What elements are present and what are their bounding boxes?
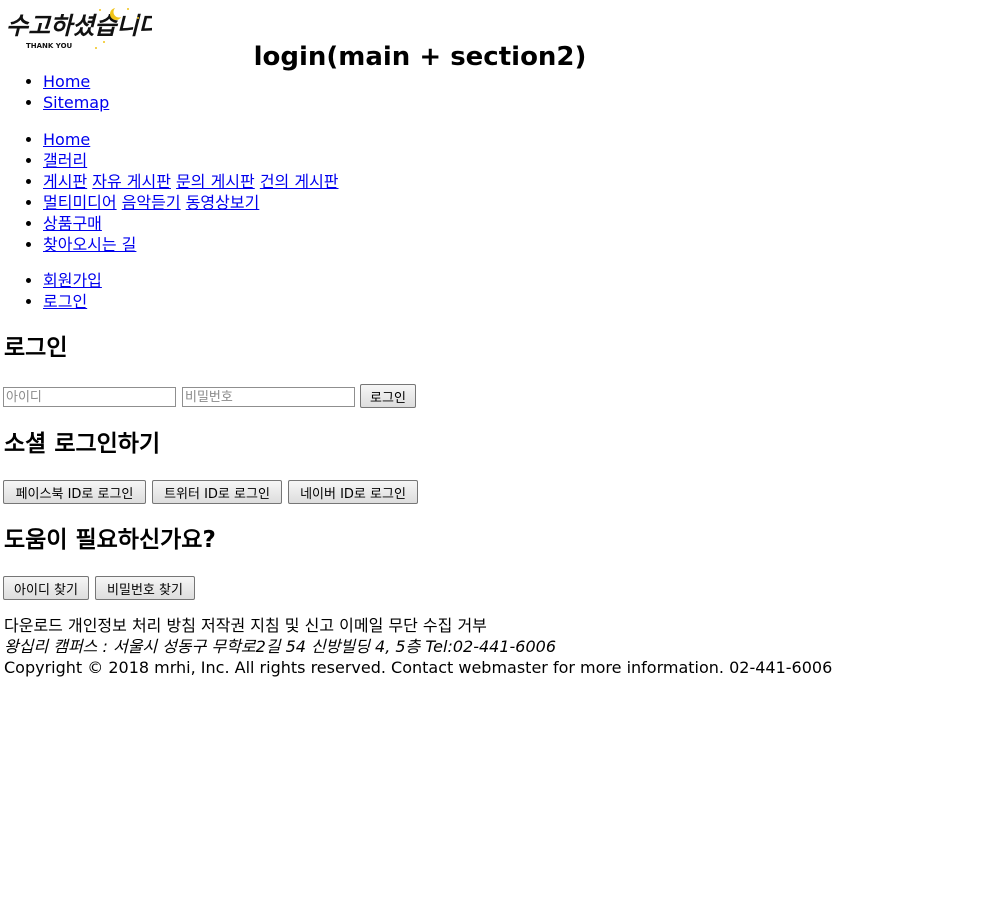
find-id-button[interactable]: 아이디 찾기 [3,576,89,600]
submenu-link-music[interactable]: 음악듣기 [122,193,181,212]
main-nav-link-board[interactable]: 게시판 [43,172,87,191]
star-dot-icon [137,17,139,19]
star-dot-icon [99,9,101,11]
main-nav-item-board: 게시판 자유 게시판 문의 게시판 건의 게시판 [43,171,339,192]
social-login-heading: 소셜 로그인하기 [4,431,161,457]
util-nav-link-home[interactable]: Home [43,72,90,91]
util-nav: Home Sitemap [0,71,109,113]
join-link[interactable]: 회원가입 [43,271,102,290]
password-input[interactable] [182,387,355,407]
footer-link-download[interactable]: 다운로드 [4,616,63,635]
submenu-link-free-board[interactable]: 자유 게시판 [92,172,171,191]
main-nav-link-multimedia[interactable]: 멀티미디어 [43,193,117,212]
user-id-input[interactable] [3,387,176,407]
main-nav-item-directions: 찾아오시는 길 [43,234,339,255]
main-nav-link-home[interactable]: Home [43,130,90,149]
member-nav-item-join: 회원가입 [43,270,102,291]
footer-link-copyright-policy[interactable]: 저작권 지침 및 신고 [201,616,334,635]
login-heading: 로그인 [4,335,68,361]
twitter-login-button[interactable]: 트위터 ID로 로그인 [152,480,282,504]
find-password-button[interactable]: 비밀번호 찾기 [95,576,195,600]
main-nav-link-directions[interactable]: 찾아오시는 길 [43,235,136,254]
main-nav-link-gallery[interactable]: 갤러리 [43,151,87,170]
page-title: login(main + section2) [253,42,587,72]
util-nav-link-sitemap[interactable]: Sitemap [43,93,109,112]
login-button[interactable]: 로그인 [360,384,416,408]
login-link[interactable]: 로그인 [43,292,87,311]
main-nav-link-shop[interactable]: 상품구매 [43,214,102,233]
util-nav-item-home: Home [43,71,109,92]
footer-address: 왕십리 캠퍼스 : 서울시 성동구 무학로2길 54 신방빌딩 4, 5층 Te… [4,637,556,656]
footer-links: 다운로드 개인정보 처리 방침 저작권 지침 및 신고 이메일 무단 수집 거부 [4,615,832,636]
star-dot-icon [127,8,129,10]
help-heading: 도움이 필요하신가요? [4,527,216,553]
page: 수고하셨습니다 THANK YOU login(main + section2)… [0,0,997,915]
footer-link-email-refusal[interactable]: 이메일 무단 수집 거부 [339,616,487,635]
submenu-link-video[interactable]: 동영상보기 [186,193,260,212]
main-nav-item-home: Home [43,129,339,150]
naver-login-button[interactable]: 네이버 ID로 로그인 [288,480,418,504]
footer-link-privacy[interactable]: 개인정보 처리 방침 [68,616,196,635]
facebook-login-button[interactable]: 페이스북 ID로 로그인 [3,480,146,504]
member-nav: 회원가입 로그인 [0,270,102,312]
main-nav: Home 갤러리 게시판 자유 게시판 문의 게시판 건의 게시판 멀티미디어 … [0,129,339,255]
logo-text: 수고하셨습니다 [6,11,152,40]
main-nav-item-multimedia: 멀티미디어 음악듣기 동영상보기 [43,192,339,213]
submenu-link-suggestion-board[interactable]: 건의 게시판 [260,172,339,191]
main-nav-item-shop: 상품구매 [43,213,339,234]
member-nav-item-login: 로그인 [43,291,102,312]
footer-copyright: Copyright © 2018 mrhi, Inc. All rights r… [4,658,833,677]
submenu-link-inquiry-board[interactable]: 문의 게시판 [176,172,255,191]
main-nav-item-gallery: 갤러리 [43,150,339,171]
util-nav-item-sitemap: Sitemap [43,92,109,113]
footer: 다운로드 개인정보 처리 방침 저작권 지침 및 신고 이메일 무단 수집 거부… [4,615,832,678]
